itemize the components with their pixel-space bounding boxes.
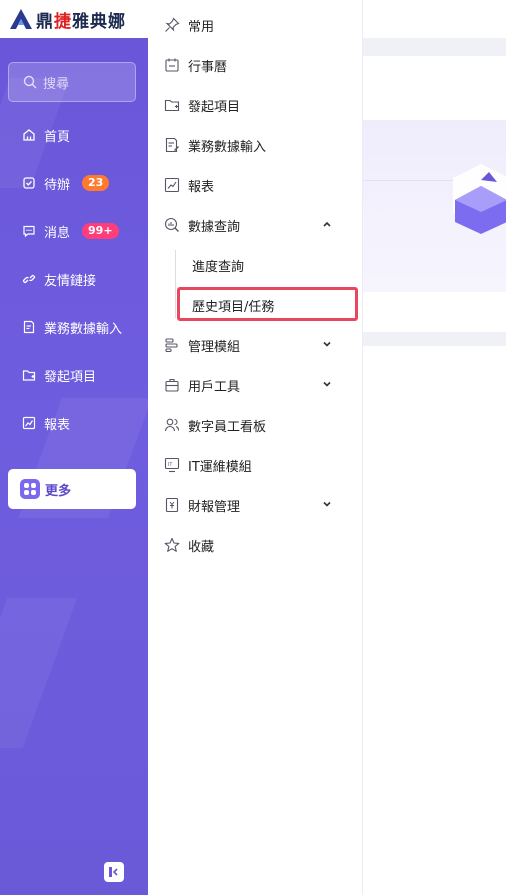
sidebar-item-label: 發起項目 <box>44 369 97 385</box>
menu-item-label: 發起項目 <box>188 99 241 115</box>
menu-item-label: 數據查詢 <box>188 219 241 235</box>
menu-item-data-query[interactable]: 數據查詢 <box>148 210 363 240</box>
message-count-badge: 99+ <box>82 223 119 239</box>
collapse-icon <box>109 867 118 877</box>
content-header-strip <box>363 38 506 56</box>
menu-item-label: 行事曆 <box>188 59 228 75</box>
finance-icon <box>165 497 179 513</box>
menu-item-digital-staff-board[interactable]: 數字員工看板 <box>148 410 363 440</box>
sidebar-item-label: 友情鏈接 <box>44 273 97 289</box>
sidebar-item-label: 業務數據輸入 <box>44 321 123 337</box>
chart-icon <box>164 177 180 193</box>
form-icon <box>23 320 35 334</box>
logo-text: 鼎捷雅典娜 <box>36 11 126 32</box>
content-divider-strip <box>363 332 506 346</box>
sidebar-item-initiate-project[interactable]: 發起項目 <box>0 359 148 391</box>
pin-icon <box>165 17 180 32</box>
menu-item-management[interactable]: 管理模組 <box>148 330 363 360</box>
sidebar-item-label: 報表 <box>44 417 71 433</box>
todo-count-badge: 23 <box>82 175 110 191</box>
message-icon <box>23 225 35 238</box>
chevron-down-icon[interactable] <box>321 378 333 390</box>
chevron-up-icon[interactable] <box>321 218 333 230</box>
sidebar-decoration <box>0 598 78 748</box>
menu-item-label: 用戶工具 <box>188 379 241 395</box>
menu-item-label: 財報管理 <box>188 499 241 515</box>
form-edit-icon <box>165 137 179 153</box>
home-icon <box>23 129 35 141</box>
menu-item-label: 數字員工看板 <box>188 419 267 435</box>
highlight-annotation <box>177 287 358 321</box>
sidebar-item-reports[interactable]: 報表 <box>0 407 148 439</box>
main-content <box>363 0 506 895</box>
menu-item-initiate-project[interactable]: 發起項目 <box>148 90 363 120</box>
menu-item-label: 管理模組 <box>188 339 241 355</box>
collapse-sidebar-button[interactable] <box>104 862 124 882</box>
menu-item-reports[interactable]: 報表 <box>148 170 363 200</box>
search-input[interactable]: 搜尋 <box>8 62 136 102</box>
menu-item-calendar[interactable]: 行事曆 <box>148 50 363 80</box>
cube-illustration <box>453 164 506 234</box>
menu-item-label: 報表 <box>188 179 215 195</box>
star-icon <box>164 537 180 552</box>
folder-icon <box>22 370 36 381</box>
chevron-down-icon[interactable] <box>321 498 333 510</box>
sidebar-item-home[interactable]: 首頁 <box>0 119 148 151</box>
sidebar-item-label: 消息 <box>44 225 71 241</box>
sidebar-item-todo[interactable]: 待辦 23 <box>0 167 148 199</box>
apps-grid-icon <box>20 479 40 499</box>
calendar-icon <box>165 58 179 72</box>
menu-item-financial-reports[interactable]: 財報管理 <box>148 490 363 520</box>
more-button[interactable]: 更多 <box>8 469 136 509</box>
chart-icon <box>22 416 36 430</box>
submenu-panel: 常用 行事曆 發起項目 業務數據輸入 報表 數據查詢 進度查詢 歷史項目/任務 … <box>148 0 363 895</box>
svg-text:IT: IT <box>168 462 172 468</box>
menu-item-label: 收藏 <box>188 539 215 555</box>
submenu-item-progress-query[interactable]: 進度查詢 <box>192 251 244 279</box>
folder-add-icon <box>164 99 180 112</box>
menu-item-label: 業務數據輸入 <box>188 139 267 155</box>
chevron-down-icon[interactable] <box>321 338 333 350</box>
sidebar-item-label: 首頁 <box>44 129 71 145</box>
sidebar-item-links[interactable]: 友情鏈接 <box>0 263 148 295</box>
menu-item-label: 常用 <box>188 19 215 35</box>
menu-item-user-tools[interactable]: 用戶工具 <box>148 370 363 400</box>
menu-item-collection[interactable]: 收藏 <box>148 530 363 560</box>
menu-item-data-input[interactable]: 業務數據輸入 <box>148 130 363 160</box>
it-monitor-icon: IT <box>164 457 180 473</box>
search-placeholder: 搜尋 <box>43 76 70 92</box>
menu-item-it-ops[interactable]: IT IT運維模組 <box>148 450 363 480</box>
data-search-icon <box>164 217 179 232</box>
users-icon <box>164 418 180 432</box>
menu-item-label: IT運維模組 <box>188 459 252 475</box>
todo-icon <box>23 177 35 189</box>
submenu-tree-line <box>175 250 176 318</box>
link-icon <box>22 274 36 284</box>
sidebar-item-messages[interactable]: 消息 99+ <box>0 215 148 247</box>
submenu-item-label: 進度查詢 <box>192 259 245 275</box>
briefcase-icon <box>165 378 179 392</box>
menu-item-favorites[interactable]: 常用 <box>148 10 363 40</box>
logo-icon <box>10 9 32 29</box>
layout-icon <box>165 338 178 353</box>
search-icon <box>23 75 37 89</box>
more-label: 更多 <box>45 483 72 499</box>
logo: 鼎捷雅典娜 <box>0 0 148 38</box>
sidebar-item-data-input[interactable]: 業務數據輸入 <box>0 311 148 343</box>
sidebar-item-label: 待辦 <box>44 177 71 193</box>
main-sidebar: 搜尋 首頁 待辦 23 消息 99+ 友情鏈接 業務數據輸入 發起項目 報表 更… <box>0 38 148 895</box>
